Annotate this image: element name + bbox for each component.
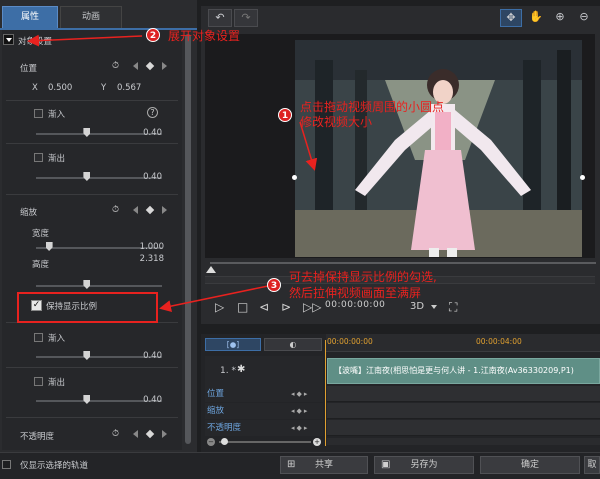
annotation-3-badge: 3 bbox=[267, 278, 281, 292]
annotation-3-text-line2: 然后拉伸视频画面至满屏 bbox=[289, 286, 422, 300]
annotation-2-text: 展开对象设置 bbox=[168, 29, 241, 43]
arrow-to-keep-ratio bbox=[159, 285, 269, 313]
annotation-2-badge: 2 bbox=[146, 28, 160, 42]
annotation-3-highlight-box bbox=[17, 292, 158, 323]
annotation-3-text-line1: 可去掉保持显示比例的勾选, bbox=[289, 270, 437, 284]
annotation-1-text-line1: 点击拖动视频周围的小圆点 bbox=[300, 100, 445, 114]
annotation-arrows bbox=[27, 34, 318, 313]
arrow-to-object-settings bbox=[27, 34, 143, 47]
annotation-1-text-line2: 修改视频大小 bbox=[300, 115, 373, 129]
app-window: 属性 动画 对象设置 位置 ⏱ X 0.500 Y 0.567 渐入 ? 0.4… bbox=[0, 0, 600, 479]
annotation-1-badge: 1 bbox=[278, 108, 292, 122]
